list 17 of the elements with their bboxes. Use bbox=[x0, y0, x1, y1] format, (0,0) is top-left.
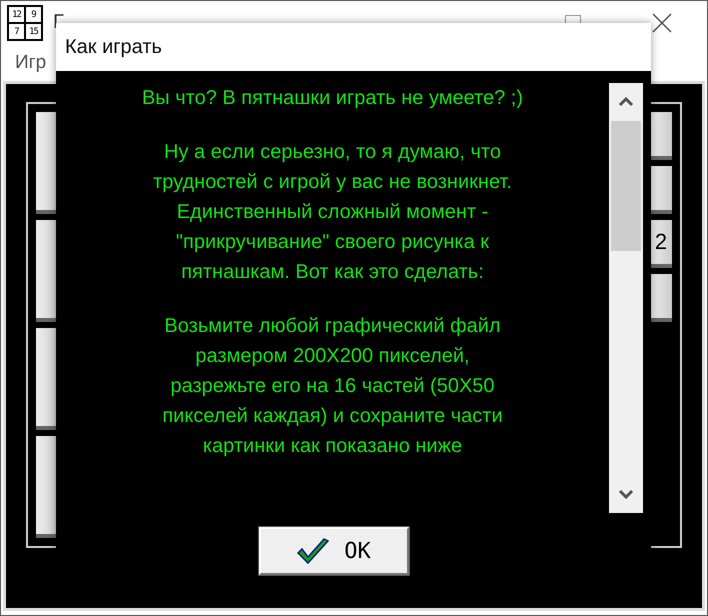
dialog-title: Как играть bbox=[56, 23, 651, 71]
help-paragraph: Ну а если серьезно, то я думаю, что трудностей с игрой у вас не возникнет. Единственный сложный момент - "прикручивание" своего рисунка к пятнашкам. Вот как это сделать: bbox=[153, 140, 512, 285]
help-paragraph: Возьмите любой графический файл размером 200X200 пикселей, разрежьте его на 16 частей (50X50 пикселей каждая) и сохраните части картинки как показано ниже bbox=[162, 314, 503, 459]
scroll-thumb[interactable] bbox=[611, 121, 641, 251]
menu-item[interactable]: Игр bbox=[15, 52, 46, 74]
puzzle-tile[interactable] bbox=[650, 274, 672, 322]
scroll-down-icon[interactable] bbox=[618, 489, 634, 499]
app-icon: 12 9 7 15 bbox=[7, 4, 43, 41]
scrollbar[interactable] bbox=[609, 83, 643, 513]
close-icon[interactable] bbox=[651, 12, 673, 34]
help-paragraph: Вы что? В пятнашки играть не умеете? ;) bbox=[142, 86, 524, 111]
puzzle-tile[interactable] bbox=[650, 166, 672, 214]
scroll-up-icon[interactable] bbox=[618, 97, 634, 107]
checkmark-icon bbox=[296, 537, 330, 565]
puzzle-tile[interactable]: 2 bbox=[650, 220, 672, 268]
puzzle-tile[interactable] bbox=[650, 112, 672, 160]
ok-button[interactable]: OK bbox=[258, 527, 408, 575]
